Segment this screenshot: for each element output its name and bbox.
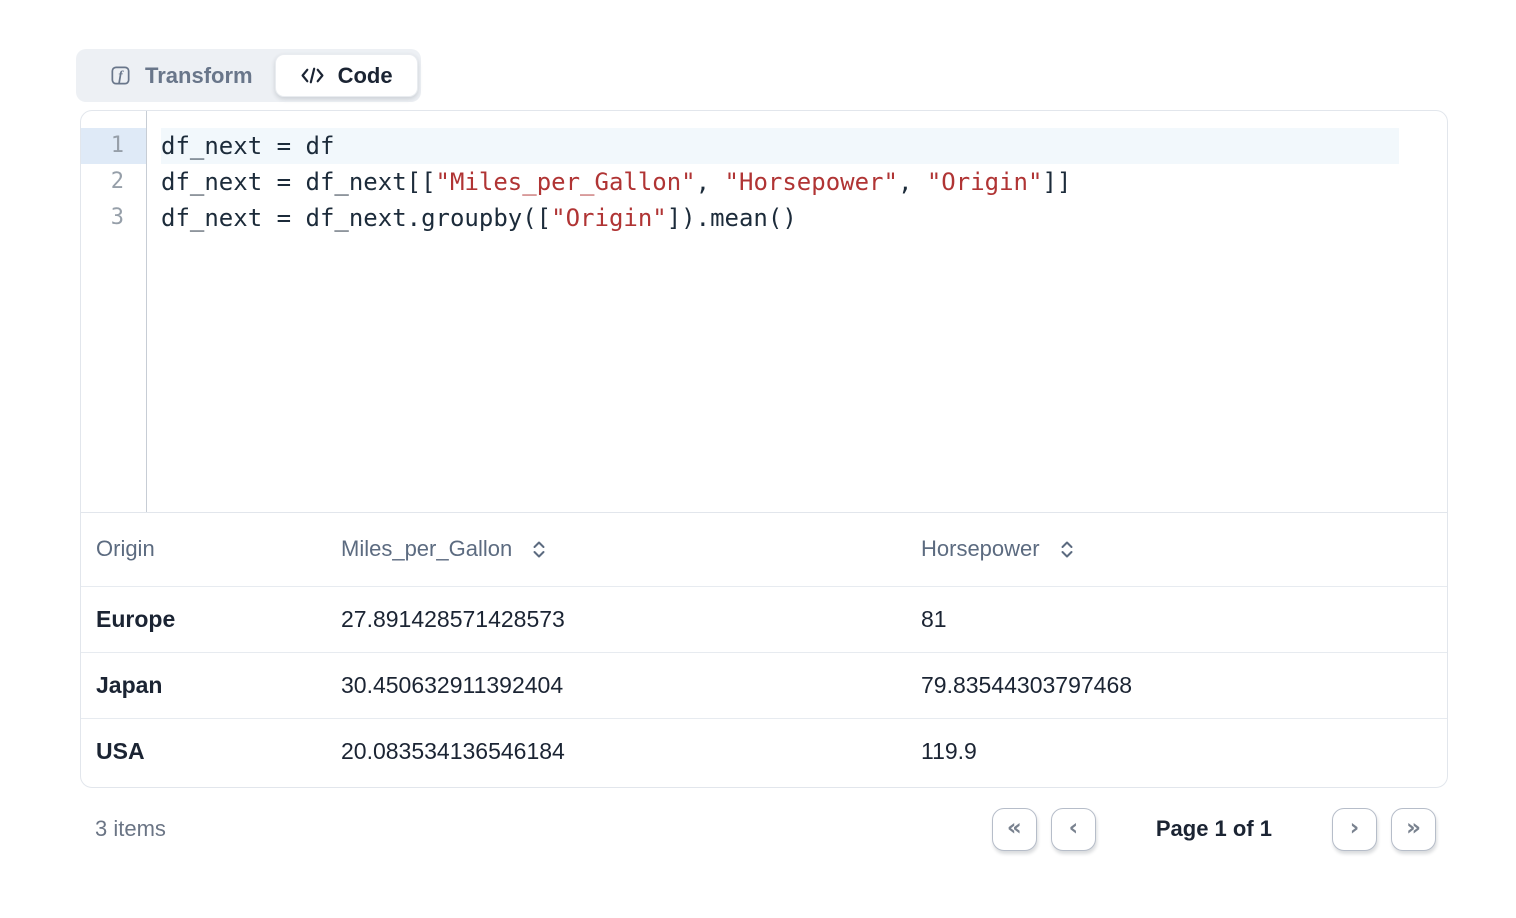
cell-miles-per-gallon: 20.083534136546184 bbox=[326, 718, 906, 784]
code-token: ]).mean() bbox=[667, 204, 797, 232]
cell-horsepower: 79.83544303797468 bbox=[906, 652, 1447, 718]
code-pane[interactable]: df_next = df df_next = df_next[["Miles_pe… bbox=[147, 111, 1447, 512]
cell-origin: Japan bbox=[81, 652, 326, 718]
view-tabbar: f Transform Code bbox=[76, 49, 421, 102]
table-header: Origin Miles_per_Gallon Horsepower bbox=[81, 513, 1447, 586]
svg-text:f: f bbox=[118, 68, 124, 83]
tab-code-label: Code bbox=[338, 63, 393, 89]
tab-code[interactable]: Code bbox=[275, 54, 418, 97]
double-chevron-left-icon: « bbox=[1007, 815, 1022, 841]
sort-icon bbox=[529, 539, 549, 560]
line-number: 3 bbox=[81, 200, 146, 236]
sortable-column-header[interactable]: Miles_per_Gallon bbox=[341, 536, 549, 562]
chevron-left-icon: ‹ bbox=[1069, 815, 1078, 841]
code-token-string: "Origin" bbox=[551, 204, 667, 232]
code-token: df_next = df_next[[ bbox=[161, 168, 436, 196]
sortable-column-header[interactable]: Horsepower bbox=[921, 536, 1077, 562]
code-editor[interactable]: 123 df_next = df df_next = df_next[["Mile… bbox=[81, 111, 1447, 513]
cell-miles-per-gallon: 30.450632911392404 bbox=[326, 652, 906, 718]
code-token-string: "Miles_per_Gallon" bbox=[436, 168, 696, 196]
code-and-result-panel: 123 df_next = df df_next = df_next[["Mile… bbox=[80, 110, 1448, 788]
column-header-label: Horsepower bbox=[921, 536, 1040, 562]
code-token-string: "Horsepower" bbox=[725, 168, 898, 196]
code-token: , bbox=[898, 168, 927, 196]
tab-transform-label: Transform bbox=[145, 63, 253, 89]
table-row: Europe27.89142857142857381 bbox=[81, 586, 1447, 652]
code-token: df_next = df bbox=[161, 132, 334, 160]
result-table: Origin Miles_per_Gallon Horsepower Europe2… bbox=[81, 513, 1447, 784]
cell-horsepower: 119.9 bbox=[906, 718, 1447, 784]
code-token-string: "Origin" bbox=[927, 168, 1043, 196]
cell-horsepower: 81 bbox=[906, 586, 1447, 652]
table-row: Japan30.45063291139240479.83544303797468 bbox=[81, 652, 1447, 718]
column-header-horsepower[interactable]: Horsepower bbox=[906, 513, 1447, 586]
code-token: ]] bbox=[1042, 168, 1071, 196]
items-count: 3 items bbox=[80, 816, 166, 842]
code-line[interactable]: df_next = df_next[["Miles_per_Gallon", "… bbox=[161, 164, 1399, 200]
table-body: Europe27.89142857142857381Japan30.450632… bbox=[81, 586, 1447, 784]
pagination: « ‹ Page 1 of 1 › » bbox=[992, 808, 1448, 851]
last-page-button[interactable]: » bbox=[1391, 808, 1436, 851]
table-row: USA20.083534136546184119.9 bbox=[81, 718, 1447, 784]
code-icon bbox=[300, 65, 325, 86]
double-chevron-right-icon: » bbox=[1406, 815, 1421, 841]
chevron-right-icon: › bbox=[1350, 815, 1359, 841]
code-token: df_next = df_next.groupby([ bbox=[161, 204, 551, 232]
previous-page-button[interactable]: ‹ bbox=[1051, 808, 1096, 851]
table-footer: 3 items « ‹ Page 1 of 1 › » bbox=[80, 788, 1448, 870]
column-header-label: Miles_per_Gallon bbox=[341, 536, 512, 562]
table-header-row: Origin Miles_per_Gallon Horsepower bbox=[81, 513, 1447, 586]
cell-miles-per-gallon: 27.891428571428573 bbox=[326, 586, 906, 652]
code-line[interactable]: df_next = df_next.groupby(["Origin"]).me… bbox=[161, 200, 1399, 236]
code-token: , bbox=[696, 168, 725, 196]
line-number: 1 bbox=[81, 128, 146, 164]
page-indicator: Page 1 of 1 bbox=[1156, 816, 1272, 842]
editor-gutter: 123 bbox=[81, 111, 147, 512]
first-page-button[interactable]: « bbox=[992, 808, 1037, 851]
function-icon: f bbox=[109, 64, 132, 87]
column-header-miles_per_gallon[interactable]: Miles_per_Gallon bbox=[326, 513, 906, 586]
column-header-origin: Origin bbox=[81, 513, 326, 586]
cell-origin: USA bbox=[81, 718, 326, 784]
line-number: 2 bbox=[81, 164, 146, 200]
code-line[interactable]: df_next = df bbox=[161, 128, 1399, 164]
next-page-button[interactable]: › bbox=[1332, 808, 1377, 851]
cell-origin: Europe bbox=[81, 586, 326, 652]
column-header-label: Origin bbox=[96, 536, 155, 561]
sort-icon bbox=[1057, 539, 1077, 560]
tab-transform[interactable]: f Transform bbox=[79, 63, 275, 89]
